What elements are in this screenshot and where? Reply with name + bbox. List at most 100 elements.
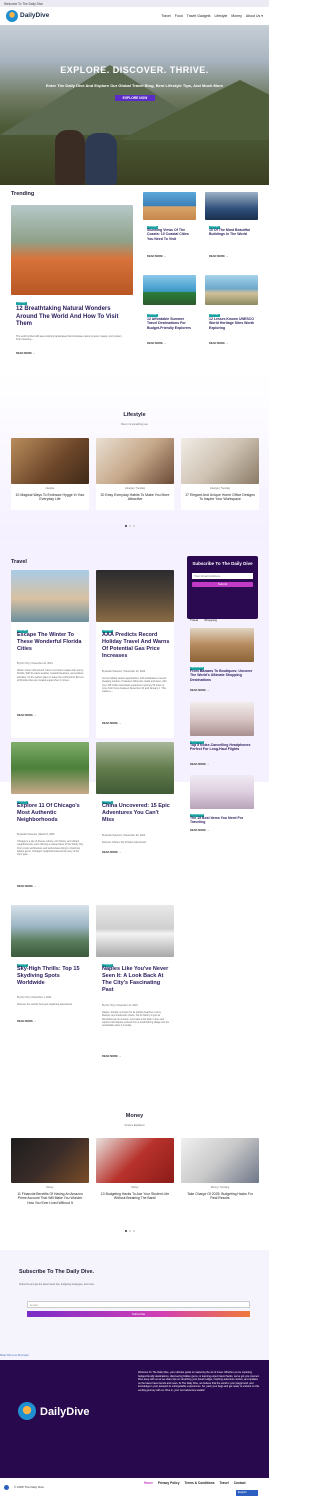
carousel-dots — [124, 523, 136, 529]
footer-link-privacy[interactable]: Privacy Policy — [158, 1481, 180, 1485]
trending-side-title[interactable]: 12 Lesser-Known UNESCO World Heritage Si… — [209, 317, 256, 330]
carousel-dot[interactable] — [133, 525, 135, 527]
trending-side-image[interactable] — [143, 192, 196, 220]
travel-card-meta: By Kim Tory | November 1, 2024 — [17, 996, 52, 999]
read-more-link[interactable]: READ MORE → — [190, 829, 209, 832]
lifestyle-card-title[interactable]: 17 Elegant And Unique Home Office Design… — [184, 493, 256, 502]
read-more-link[interactable]: READ MORE → — [16, 352, 35, 355]
travel-card-image[interactable] — [96, 570, 174, 622]
footer-link-travel[interactable]: Travel — [220, 1481, 229, 1485]
travel-card-title[interactable]: Sky-High Thrills: Top 15 Skydiving Spots… — [17, 966, 85, 987]
money-card-image[interactable] — [96, 1138, 174, 1183]
lifestyle-card-title[interactable]: 10 Magical Ways To Embrace Hygge In Your… — [14, 493, 86, 502]
read-more-link[interactable]: READ MORE → — [102, 722, 121, 725]
tab-travel[interactable]: Travel — [190, 618, 198, 623]
footer-link-terms[interactable]: Terms & Conditions — [184, 1481, 214, 1485]
language-selector[interactable]: English — [236, 1490, 258, 1496]
travel-card-title[interactable]: Explore 11 Of Chicago's Most Authentic N… — [17, 803, 85, 824]
footer-nav: Home Privacy Policy Terms & Conditions T… — [144, 1481, 246, 1485]
trending-side-title[interactable]: Stunning Views Of The Coasts: 10 Coastal… — [147, 228, 194, 241]
sidebar-post-image[interactable] — [190, 628, 254, 662]
money-card-title[interactable]: Take Charge Of 2025: Budgeting Hacks For… — [184, 1192, 256, 1201]
money-card-image[interactable] — [181, 1138, 259, 1183]
travel-card-image[interactable] — [11, 570, 89, 622]
trending-main-image[interactable] — [11, 205, 133, 295]
travel-card-image[interactable] — [11, 742, 89, 794]
hero-subtitle: Enter The Daily Dive And Explore Our Glo… — [45, 83, 224, 88]
logo-icon[interactable] — [6, 10, 18, 22]
read-more-link[interactable]: READ MORE → — [190, 763, 209, 766]
read-more-link[interactable]: READ MORE → — [147, 342, 166, 345]
nav-lifestyle[interactable]: Lifestyle — [215, 14, 228, 18]
nav-money[interactable]: Money — [231, 14, 242, 18]
money-card-tag: Money — [46, 1186, 54, 1189]
lifestyle-card-image[interactable] — [11, 438, 89, 484]
nav-travel[interactable]: Travel — [161, 14, 171, 18]
trending-side-image[interactable] — [205, 192, 258, 220]
lifestyle-card-title[interactable]: 20 Easy Everyday Habits To Make You More… — [99, 493, 171, 502]
travel-card-image[interactable] — [11, 905, 89, 957]
trending-side-title[interactable]: 12 Affordable Summer Travel Destinations… — [147, 317, 194, 330]
read-more-link[interactable]: READ MORE → — [17, 885, 36, 888]
money-card-image[interactable] — [11, 1138, 89, 1183]
travel-card-title[interactable]: AAA Predicts Record Holiday Travel And W… — [102, 632, 170, 660]
subscribe-button[interactable]: Subscribe — [27, 1311, 250, 1317]
travel-card-title[interactable]: Naples Like You've Never Seen It: A Look… — [102, 966, 170, 994]
read-more-link[interactable]: READ MORE → — [209, 342, 228, 345]
travel-card-meta: By Kim Tory | November 14, 2024 — [102, 1004, 138, 1007]
sidebar-post-title[interactable]: Top 5 Noise-Cancelling Headphones Perfec… — [190, 743, 254, 752]
travel-card-title[interactable]: China Uncovered: 15 Epic Adventures You … — [102, 803, 170, 824]
sidebar-post-image[interactable] — [190, 702, 254, 736]
trending-side-title[interactable]: 10 Of The Most Beautiful Buildings In Th… — [209, 228, 256, 237]
read-more-link[interactable]: READ MORE → — [102, 851, 121, 854]
logo-text[interactable]: DailyDive — [20, 12, 49, 20]
money-subtitle: Finance Explained — [124, 1124, 145, 1127]
sidebar-post-title[interactable]: From Bazaars To Boutiques: Uncover The W… — [190, 669, 254, 682]
trending-main-title[interactable]: 12 Breathtaking Natural Wonders Around T… — [16, 306, 131, 329]
travel-card-image[interactable] — [96, 742, 174, 794]
sidebar-post-image[interactable] — [190, 775, 254, 809]
carousel-dot[interactable] — [133, 1230, 135, 1232]
footer-link-contact[interactable]: Contact — [234, 1481, 246, 1485]
trending-side-image[interactable] — [143, 275, 196, 305]
carousel-dot[interactable] — [125, 525, 127, 527]
explore-button[interactable]: EXPLORE NOW — [115, 95, 155, 101]
made-with-love[interactable]: Made With Love By Doapix — [0, 1354, 29, 1357]
nav-about-us[interactable]: About Us ▾ — [246, 14, 263, 18]
tab-shopping[interactable]: Shopping — [204, 618, 217, 623]
travel-card-title[interactable]: Escape The Winter To These Wonderful Flo… — [17, 632, 85, 653]
travel-card-excerpt: As the holiday season approaches, AAA an… — [102, 677, 167, 694]
footer-link-home[interactable]: Home — [144, 1481, 153, 1485]
travel-card-image[interactable] — [96, 905, 174, 957]
trending-side-image[interactable] — [205, 275, 258, 305]
trending-main-excerpt: The world is filled with awe-inspiring l… — [16, 335, 123, 342]
sidebar-email-input[interactable] — [192, 572, 253, 579]
lifestyle-card-image[interactable] — [181, 438, 259, 484]
read-more-link[interactable]: READ MORE → — [17, 714, 36, 717]
money-title: Money — [125, 1113, 144, 1119]
accessibility-icon[interactable] — [4, 1485, 9, 1490]
hero-person — [55, 130, 85, 185]
lifestyle-card-image[interactable] — [96, 438, 174, 484]
read-more-link[interactable]: READ MORE → — [147, 255, 166, 258]
nav-travel-gadgets[interactable]: Travel Gadgets — [187, 14, 211, 18]
read-more-link[interactable]: READ MORE → — [209, 255, 228, 258]
trending-title: Trending — [11, 191, 35, 197]
read-more-link[interactable]: READ MORE → — [102, 1055, 121, 1058]
sidebar-submit-button[interactable]: Submit — [192, 581, 253, 587]
money-card-title[interactable]: 11 Financial Benefits Of Having An Amazo… — [14, 1192, 86, 1205]
carousel-dot[interactable] — [129, 1230, 131, 1232]
lifestyle-title: Lifestyle — [123, 412, 146, 418]
nav-food[interactable]: Food — [175, 14, 183, 18]
site-header: DailyDive Travel Food Travel Gadgets Lif… — [0, 7, 269, 25]
read-more-link[interactable]: READ MORE → — [190, 689, 209, 692]
money-card-title[interactable]: 10 Budgeting Hacks To Ace Your Student L… — [99, 1192, 171, 1201]
subscribe-title: Subscribe To The Daily Dive. — [19, 1269, 95, 1275]
carousel-dot[interactable] — [129, 525, 131, 527]
hero-title: EXPLORE. DISCOVER. THRIVE. — [60, 65, 209, 75]
sidebar-post-title[interactable]: The 15 Best Items You Need For Traveling — [190, 816, 254, 825]
travel-card-excerpt: Naples, Florida, is known for its pristi… — [102, 1011, 170, 1028]
subscribe-email-input[interactable]: Email — [27, 1301, 250, 1308]
read-more-link[interactable]: READ MORE → — [17, 1020, 36, 1023]
carousel-dot[interactable] — [125, 1230, 127, 1232]
